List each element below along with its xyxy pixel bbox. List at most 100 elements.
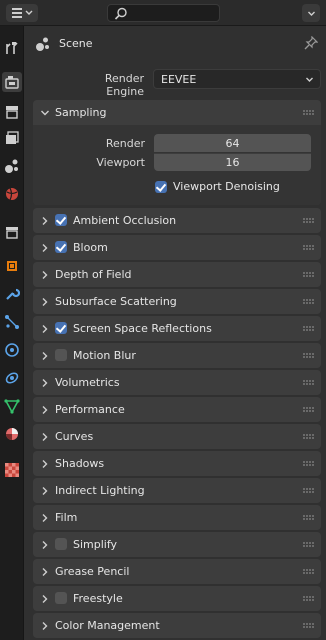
panel-motion-blur[interactable]: Motion Blur [33,343,321,368]
panel-depth-of-field[interactable]: Depth of Field [33,262,321,287]
panel-screen-space-reflections[interactable]: Screen Space Reflections [33,316,321,341]
render-tab-icon[interactable] [2,72,22,92]
panel-curves[interactable]: Curves [33,424,321,449]
options-dropdown[interactable] [302,4,320,22]
chevron-right-icon [42,568,48,576]
chevron-right-icon [42,541,48,549]
object-tab-icon[interactable] [2,256,22,276]
particles-tab-icon[interactable] [2,312,22,332]
panel-header[interactable]: Color Management [33,613,321,638]
chevron-right-icon [42,406,48,414]
view-layer-tab-icon[interactable] [2,128,22,148]
drag-grip-icon[interactable] [303,569,315,575]
properties-header [0,0,326,26]
panel-freestyle[interactable]: Freestyle [33,586,321,611]
tool-tab-icon[interactable] [2,38,22,58]
drag-grip-icon[interactable] [303,434,315,440]
panel-header[interactable]: Film [33,505,321,530]
panel-header[interactable]: Curves [33,424,321,449]
panel-header[interactable]: Screen Space Reflections [33,316,321,341]
panel-volumetrics[interactable]: Volumetrics [33,370,321,395]
panel-header[interactable]: Grease Pencil [33,559,321,584]
panel-header[interactable]: Volumetrics [33,370,321,395]
material-tab-icon[interactable] [2,424,22,444]
panel-enable-checkbox[interactable] [55,538,67,550]
render-samples-field[interactable]: 64 [154,134,311,152]
panel-shadows[interactable]: Shadows [33,451,321,476]
panel-film[interactable]: Film [33,505,321,530]
panel-header[interactable]: Simplify [33,532,321,557]
drag-grip-icon[interactable] [303,623,315,629]
pin-icon[interactable] [304,35,319,53]
viewport-denoising-toggle[interactable]: Viewport Denoising [155,180,280,193]
drag-grip-icon[interactable] [303,596,315,602]
drag-grip-icon[interactable] [303,461,315,467]
chevron-down-icon [25,10,33,15]
texture-tab-icon[interactable] [2,460,22,480]
panel-simplify[interactable]: Simplify [33,532,321,557]
panel-performance[interactable]: Performance [33,397,321,422]
chevron-right-icon [42,271,48,279]
chevron-right-icon [42,298,48,306]
search-input[interactable] [107,4,220,22]
panel-title: Color Management [55,619,160,632]
panel-indirect-lighting[interactable]: Indirect Lighting [33,478,321,503]
panel-header-sampling[interactable]: Sampling [33,100,321,125]
panel-color-management[interactable]: Color Management [33,613,321,638]
panel-ambient-occlusion[interactable]: Ambient Occlusion [33,208,321,233]
panel-enable-checkbox[interactable] [55,214,67,226]
drag-grip-icon[interactable] [303,353,315,359]
viewport-samples-label: Viewport [96,156,145,169]
constraints-tab-icon[interactable] [2,368,22,388]
panel-header[interactable]: Indirect Lighting [33,478,321,503]
collection-tab-icon[interactable] [2,222,22,242]
chevron-right-icon [42,433,48,441]
drag-grip-icon[interactable] [303,218,315,224]
drag-grip-icon[interactable] [303,326,315,332]
drag-grip-icon[interactable] [303,515,315,521]
render-engine-dropdown[interactable]: EEVEE [153,69,321,89]
panel-header[interactable]: Performance [33,397,321,422]
panel-enable-checkbox[interactable] [55,241,67,253]
data-tab-icon[interactable] [2,396,22,416]
panel-enable-checkbox[interactable] [55,592,67,604]
drag-grip-icon[interactable] [303,272,315,278]
editor-type-button[interactable] [6,4,38,22]
physics-tab-icon[interactable] [2,340,22,360]
drag-grip-icon[interactable] [303,245,315,251]
panel-header[interactable]: Freestyle [33,586,321,611]
panel-title: Indirect Lighting [55,484,145,497]
panel-header[interactable]: Ambient Occlusion [33,208,321,233]
panel-header[interactable]: Bloom [33,235,321,260]
panel-header[interactable]: Motion Blur [33,343,321,368]
drag-grip-icon[interactable] [303,488,315,494]
scene-tab-icon[interactable] [2,156,22,176]
world-tab-icon[interactable] [2,184,22,204]
drag-grip-icon[interactable] [303,407,315,413]
drag-grip-icon[interactable] [303,110,315,116]
panel-enable-checkbox[interactable] [55,349,67,361]
viewport-samples-field[interactable]: 16 [154,153,311,171]
drag-grip-icon[interactable] [303,542,315,548]
drag-grip-icon[interactable] [303,299,315,305]
chevron-down-icon [41,110,49,116]
chevron-right-icon [42,460,48,468]
output-tab-icon[interactable] [2,102,22,122]
chevron-right-icon [42,325,48,333]
viewport-denoising-checkbox[interactable] [155,180,167,193]
panel-grease-pencil[interactable]: Grease Pencil [33,559,321,584]
panel-header[interactable]: Subsurface Scattering [33,289,321,314]
panel-title: Simplify [73,538,118,551]
panel-header[interactable]: Depth of Field [33,262,321,287]
modifier-tab-icon[interactable] [2,284,22,304]
drag-grip-icon[interactable] [303,380,315,386]
chevron-right-icon [42,379,48,387]
panel-bloom[interactable]: Bloom [33,235,321,260]
chevron-right-icon [42,514,48,522]
search-icon [114,7,127,20]
panel-header[interactable]: Shadows [33,451,321,476]
chevron-right-icon [42,487,48,495]
panel-subsurface-scattering[interactable]: Subsurface Scattering [33,289,321,314]
chevron-right-icon [42,217,48,225]
panel-enable-checkbox[interactable] [55,322,67,334]
